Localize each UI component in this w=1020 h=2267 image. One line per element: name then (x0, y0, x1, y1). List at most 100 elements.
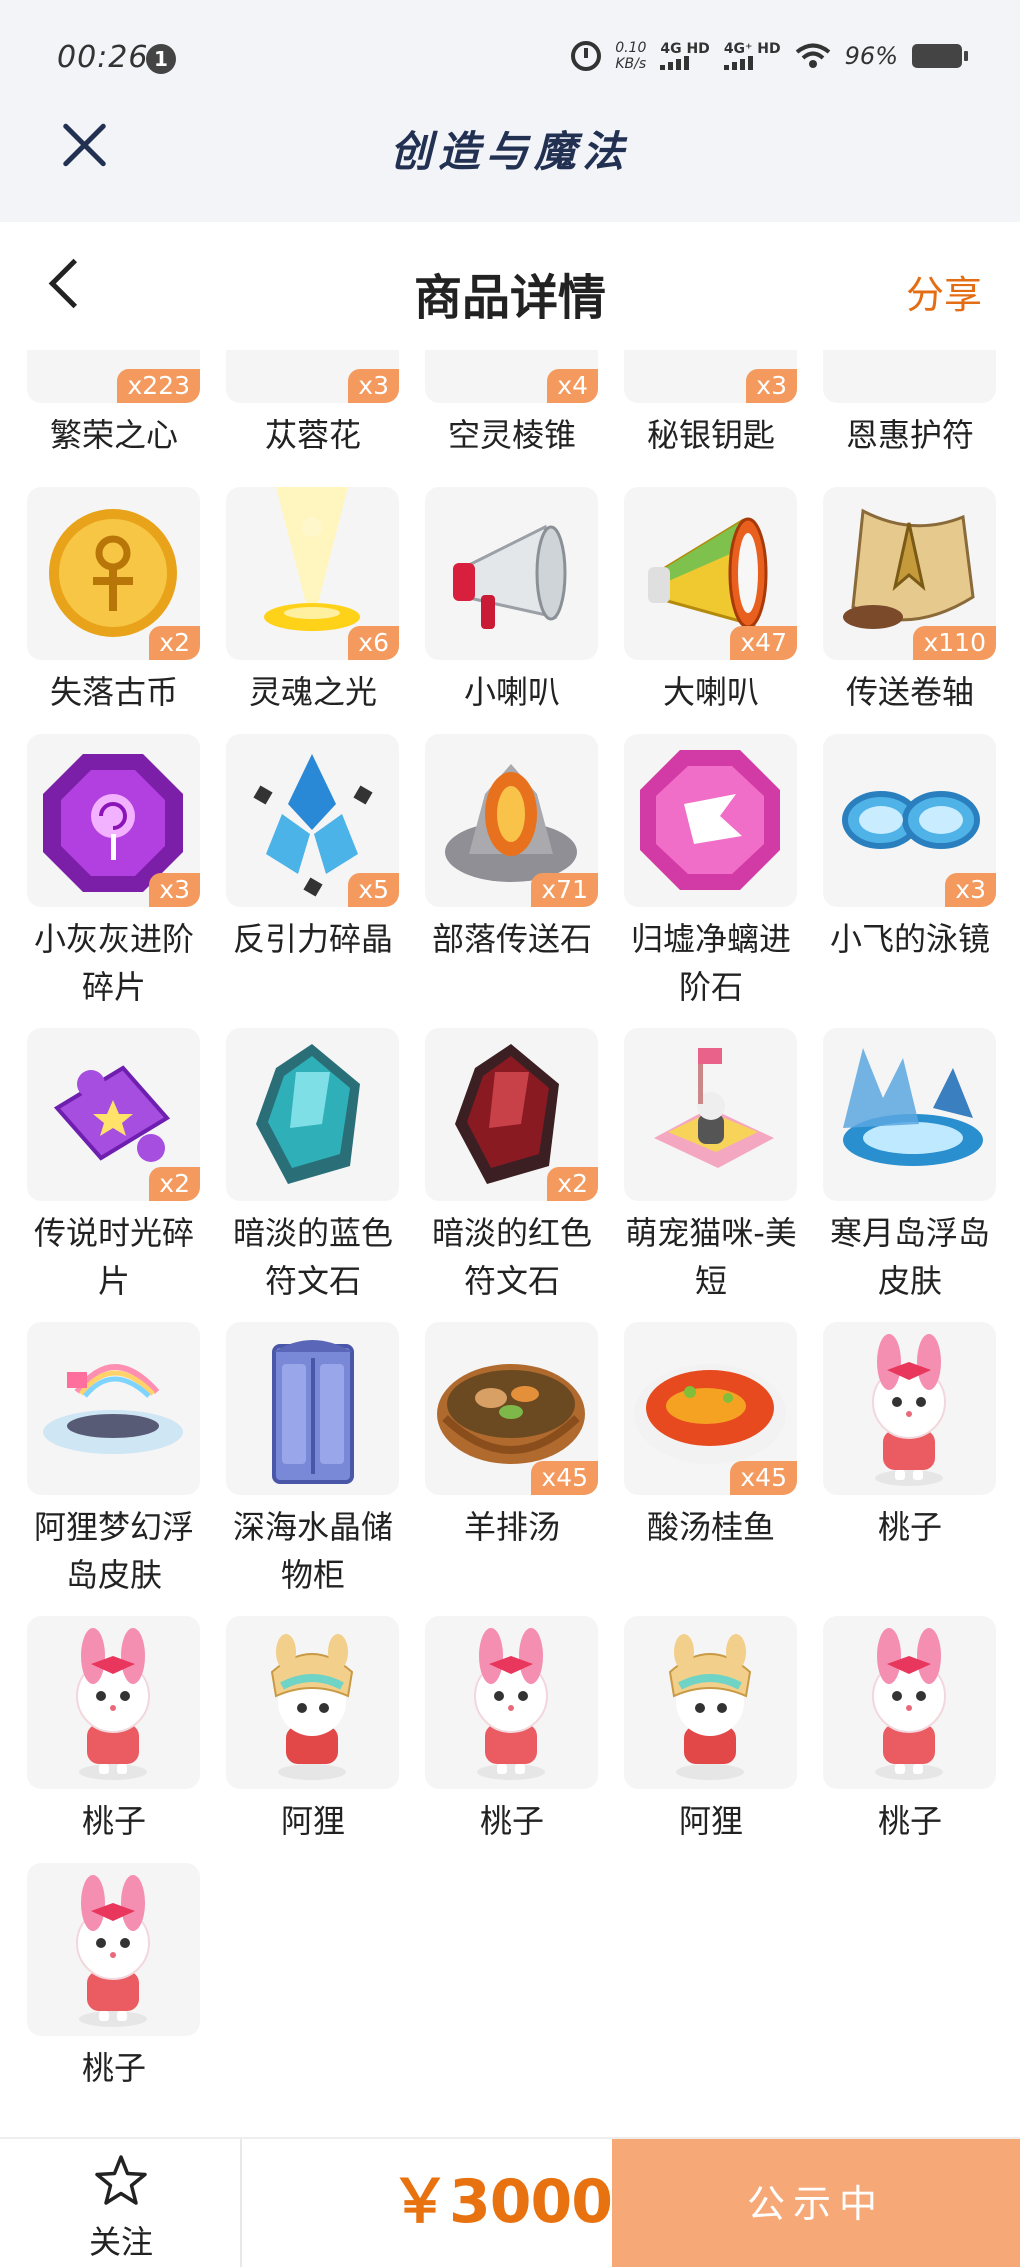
quantity-badge: x223 (117, 369, 200, 403)
alarm-icon (571, 41, 602, 71)
item-card[interactable]: 阿狸梦幻浮岛皮肤 (27, 1322, 200, 1599)
item-card[interactable]: 桃子 (27, 1616, 200, 1845)
publicity-button[interactable]: 公示中 (612, 2139, 1020, 2267)
item-art-icon (474, 1628, 548, 1780)
item-image (27, 1863, 200, 2036)
quantity-badge: x4 (547, 369, 598, 403)
network-type-1: 4G HD (660, 41, 710, 57)
item-card[interactable]: 恩惠护符 (823, 350, 996, 459)
quantity-badge: x2 (149, 626, 200, 660)
network-speed-value: 0.10 (615, 40, 647, 56)
item-card[interactable]: x110 传送卷轴 (823, 487, 996, 716)
status-time: 00:26 (57, 40, 149, 75)
status-indicators: 0.10 KB/s 4G HD 4G⁺ HD 96% (571, 40, 968, 72)
item-card[interactable]: x4 空灵棱锥 (425, 350, 598, 459)
item-name: 阿狸 (280, 1802, 345, 1840)
item-name: 传说时光碎片 (33, 1214, 194, 1300)
item-card[interactable]: x5 反引力碎晶 (226, 734, 399, 963)
item-name: 小喇叭 (463, 673, 560, 711)
item-card[interactable]: x2 传说时光碎片 (27, 1028, 200, 1305)
item-art-icon (872, 1334, 946, 1486)
item-name: 灵魂之光 (248, 673, 377, 711)
item-name: 阿狸梦幻浮岛皮肤 (33, 1508, 194, 1594)
quantity-badge: x5 (348, 873, 399, 907)
item-card[interactable]: x71 部落传送石 (425, 734, 598, 963)
item-image: x2 (27, 1028, 200, 1201)
item-card[interactable]: 阿狸 (624, 1616, 797, 1845)
item-card[interactable]: 深海水晶储物柜 (226, 1322, 399, 1599)
item-name: 小飞的泳镜 (829, 920, 990, 958)
item-card[interactable]: 桃子 (27, 1863, 200, 2092)
item-card[interactable]: x3 秘银钥匙 (624, 350, 797, 459)
star-icon (95, 2155, 147, 2205)
item-name: 失落古币 (49, 673, 178, 711)
item-image (823, 1028, 996, 1201)
item-name: 酸汤桂鱼 (646, 1508, 775, 1546)
item-card[interactable]: 桃子 (823, 1322, 996, 1551)
quantity-badge: x3 (348, 369, 399, 403)
battery-percent: 96% (844, 42, 898, 70)
item-name: 寒月岛浮岛皮肤 (829, 1214, 990, 1300)
item-name: 苁蓉花 (264, 416, 361, 454)
quantity-badge: x47 (730, 626, 797, 660)
item-name: 小灰灰进阶碎片 (33, 920, 194, 1006)
item-art-icon (76, 1875, 150, 2027)
wifi-icon (795, 43, 830, 68)
item-art-icon (43, 1364, 183, 1454)
item-card[interactable]: 桃子 (823, 1616, 996, 1845)
item-card[interactable]: 暗淡的蓝色符文石 (226, 1028, 399, 1305)
item-name: 大喇叭 (662, 673, 759, 711)
item-name: 恩惠护符 (845, 416, 974, 454)
app-header: 00:26 1 0.10 KB/s 4G HD 4G⁺ HD 96% 创造与魔法 (0, 0, 1020, 222)
follow-label: 关注 (88, 2223, 153, 2261)
item-image (226, 1616, 399, 1789)
item-card[interactable]: 桃子 (425, 1616, 598, 1845)
item-card[interactable]: x223 繁荣之心 (27, 350, 200, 459)
item-card[interactable]: 阿狸 (226, 1616, 399, 1845)
signal-bars-icon (660, 56, 709, 70)
status-bar: 00:26 1 0.10 KB/s 4G HD 4G⁺ HD 96% (0, 0, 1020, 120)
item-image (226, 1322, 399, 1495)
network-speed-unit: KB/s (615, 56, 647, 72)
item-card[interactable]: 小喇叭 (425, 487, 598, 716)
item-card[interactable]: x2 失落古币 (27, 487, 200, 716)
item-image: x110 (823, 487, 996, 660)
item-card[interactable]: x45 酸汤桂鱼 (624, 1322, 797, 1551)
item-name: 空灵棱锥 (447, 416, 576, 454)
item-name: 繁荣之心 (49, 416, 178, 454)
item-card[interactable]: 归墟净螭进阶石 (624, 734, 797, 1011)
network-speed: 0.10 KB/s (615, 40, 646, 72)
item-card[interactable]: x3 小灰灰进阶碎片 (27, 734, 200, 1011)
item-art-icon (654, 1048, 774, 1168)
battery-icon (912, 44, 968, 68)
follow-button[interactable]: 关注 (0, 2139, 242, 2267)
item-card[interactable]: 萌宠猫咪-美短 (624, 1028, 797, 1305)
item-image: x6 (226, 487, 399, 660)
item-card[interactable]: x6 灵魂之光 (226, 487, 399, 716)
quantity-badge: x3 (149, 873, 200, 907)
item-art-icon (270, 1634, 354, 1780)
item-image: x71 (425, 734, 598, 907)
item-name: 桃子 (81, 1802, 146, 1840)
item-image: x4 (425, 350, 598, 403)
share-button[interactable]: 分享 (906, 264, 982, 319)
item-name: 桃子 (479, 1802, 544, 1840)
item-image: x3 (27, 734, 200, 907)
item-card[interactable]: x3 苁蓉花 (226, 350, 399, 459)
quantity-badge: x3 (945, 873, 996, 907)
item-card[interactable]: x45 羊排汤 (425, 1322, 598, 1551)
item-name: 反引力碎晶 (232, 920, 393, 958)
item-image (27, 1616, 200, 1789)
bottom-bar: 关注 ￥3000 公示中 (0, 2137, 1020, 2267)
quantity-badge: x45 (531, 1461, 598, 1495)
item-image: x45 (624, 1322, 797, 1495)
item-card[interactable]: x47 大喇叭 (624, 487, 797, 716)
item-card[interactable]: x3 小飞的泳镜 (823, 734, 996, 963)
item-art-icon (76, 1628, 150, 1780)
item-name: 桃子 (877, 1508, 942, 1546)
item-image: x5 (226, 734, 399, 907)
item-card[interactable]: 寒月岛浮岛皮肤 (823, 1028, 996, 1305)
item-image (823, 350, 996, 403)
item-image: x3 (624, 350, 797, 403)
item-card[interactable]: x2 暗淡的红色符文石 (425, 1028, 598, 1305)
